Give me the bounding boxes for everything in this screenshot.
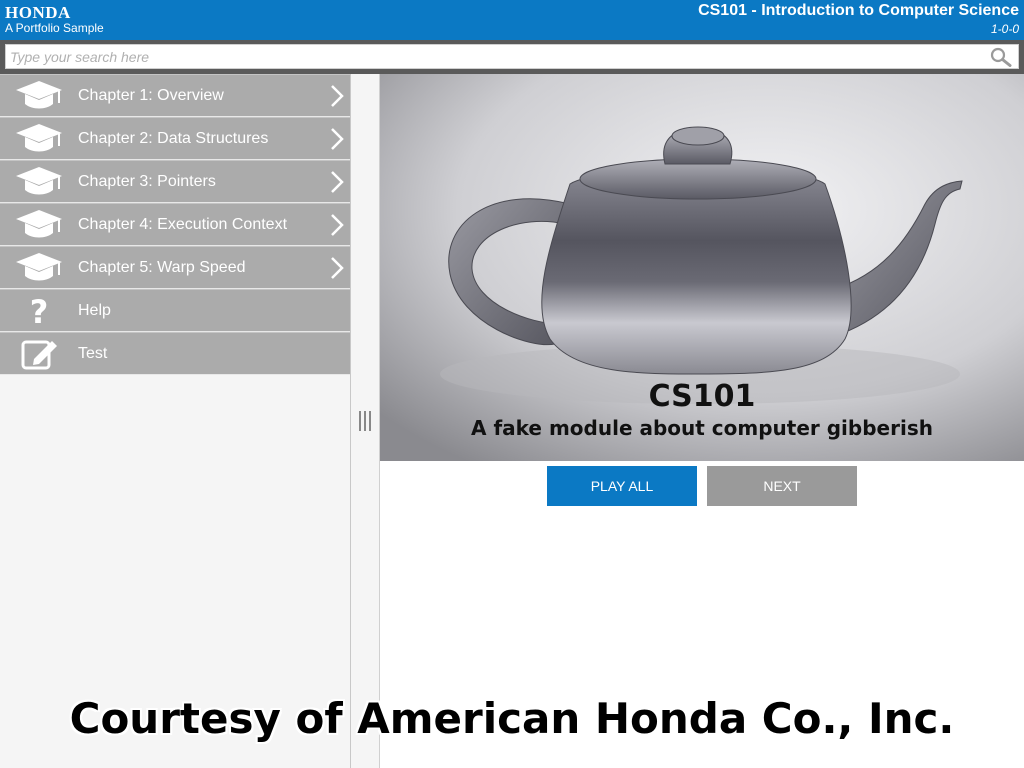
graduation-cap-icon (14, 122, 64, 156)
hero-subtitle: A fake module about computer gibberish (471, 416, 933, 440)
play-all-button[interactable]: PLAY ALL (547, 466, 697, 506)
header-bar: HONDA A Portfolio Sample CS101 - Introdu… (0, 0, 1024, 40)
sidebar-item-label: Chapter 3: Pointers (78, 173, 216, 190)
sidebar-item-chapter-2-data-structures[interactable]: Chapter 2: Data Structures (0, 117, 350, 160)
courtesy-watermark: Courtesy of American Honda Co., Inc. (69, 694, 955, 743)
graduation-cap-icon (14, 165, 64, 199)
next-button[interactable]: NEXT (707, 466, 857, 506)
sidebar-item-chapter-3-pointers[interactable]: Chapter 3: Pointers (0, 160, 350, 203)
sidebar-item-label: Chapter 2: Data Structures (78, 130, 269, 147)
graduation-cap-icon (14, 208, 64, 242)
sidebar-item-label: Help (78, 302, 111, 319)
chevron-right-icon (330, 213, 344, 237)
course-version: 1-0-0 (990, 22, 1019, 36)
pencil-edit-icon (14, 337, 64, 371)
search-bar (0, 40, 1024, 74)
sidebar-item-label: Chapter 1: Overview (78, 87, 224, 104)
sidebar-item-label: Test (78, 345, 108, 362)
chevron-right-icon (330, 127, 344, 151)
chapter-menu: Chapter 1: Overview Chapter 2: Data Struc… (0, 74, 350, 375)
sidebar-item-chapter-4-execution-context[interactable]: Chapter 4: Execution Context (0, 203, 350, 246)
brand-subtitle: A Portfolio Sample (5, 21, 104, 35)
search-box (5, 44, 1019, 69)
search-input[interactable] (6, 45, 976, 68)
chevron-right-icon (330, 170, 344, 194)
sidebar: Chapter 1: Overview Chapter 2: Data Struc… (0, 74, 351, 768)
chevron-right-icon (330, 84, 344, 108)
main-content: CS101 A fake module about computer gibbe… (380, 74, 1024, 768)
hero-title: CS101 (648, 379, 756, 414)
chevron-right-icon (330, 256, 344, 280)
svg-text:?: ? (30, 294, 49, 328)
graduation-cap-icon (14, 79, 64, 113)
app-window: HONDA A Portfolio Sample CS101 - Introdu… (0, 0, 1024, 768)
sidebar-item-label: Chapter 4: Execution Context (78, 216, 288, 233)
sidebar-item-chapter-1-overview[interactable]: Chapter 1: Overview (0, 74, 350, 117)
drag-handle-icon[interactable] (357, 410, 373, 432)
hero-image: CS101 A fake module about computer gibbe… (380, 74, 1024, 461)
sidebar-item-test[interactable]: Test (0, 332, 350, 375)
question-mark-icon: ? (14, 293, 64, 331)
sidebar-item-chapter-5-warp-speed[interactable]: Chapter 5: Warp Speed (0, 246, 350, 289)
honda-logo: HONDA (5, 3, 71, 22)
search-icon[interactable] (990, 47, 1012, 67)
sidebar-item-help[interactable]: ? Help (0, 289, 350, 332)
sidebar-item-label: Chapter 5: Warp Speed (78, 259, 246, 276)
panel-splitter[interactable] (351, 74, 380, 768)
graduation-cap-icon (14, 251, 64, 285)
course-title: CS101 - Introduction to Computer Science (698, 2, 1019, 19)
